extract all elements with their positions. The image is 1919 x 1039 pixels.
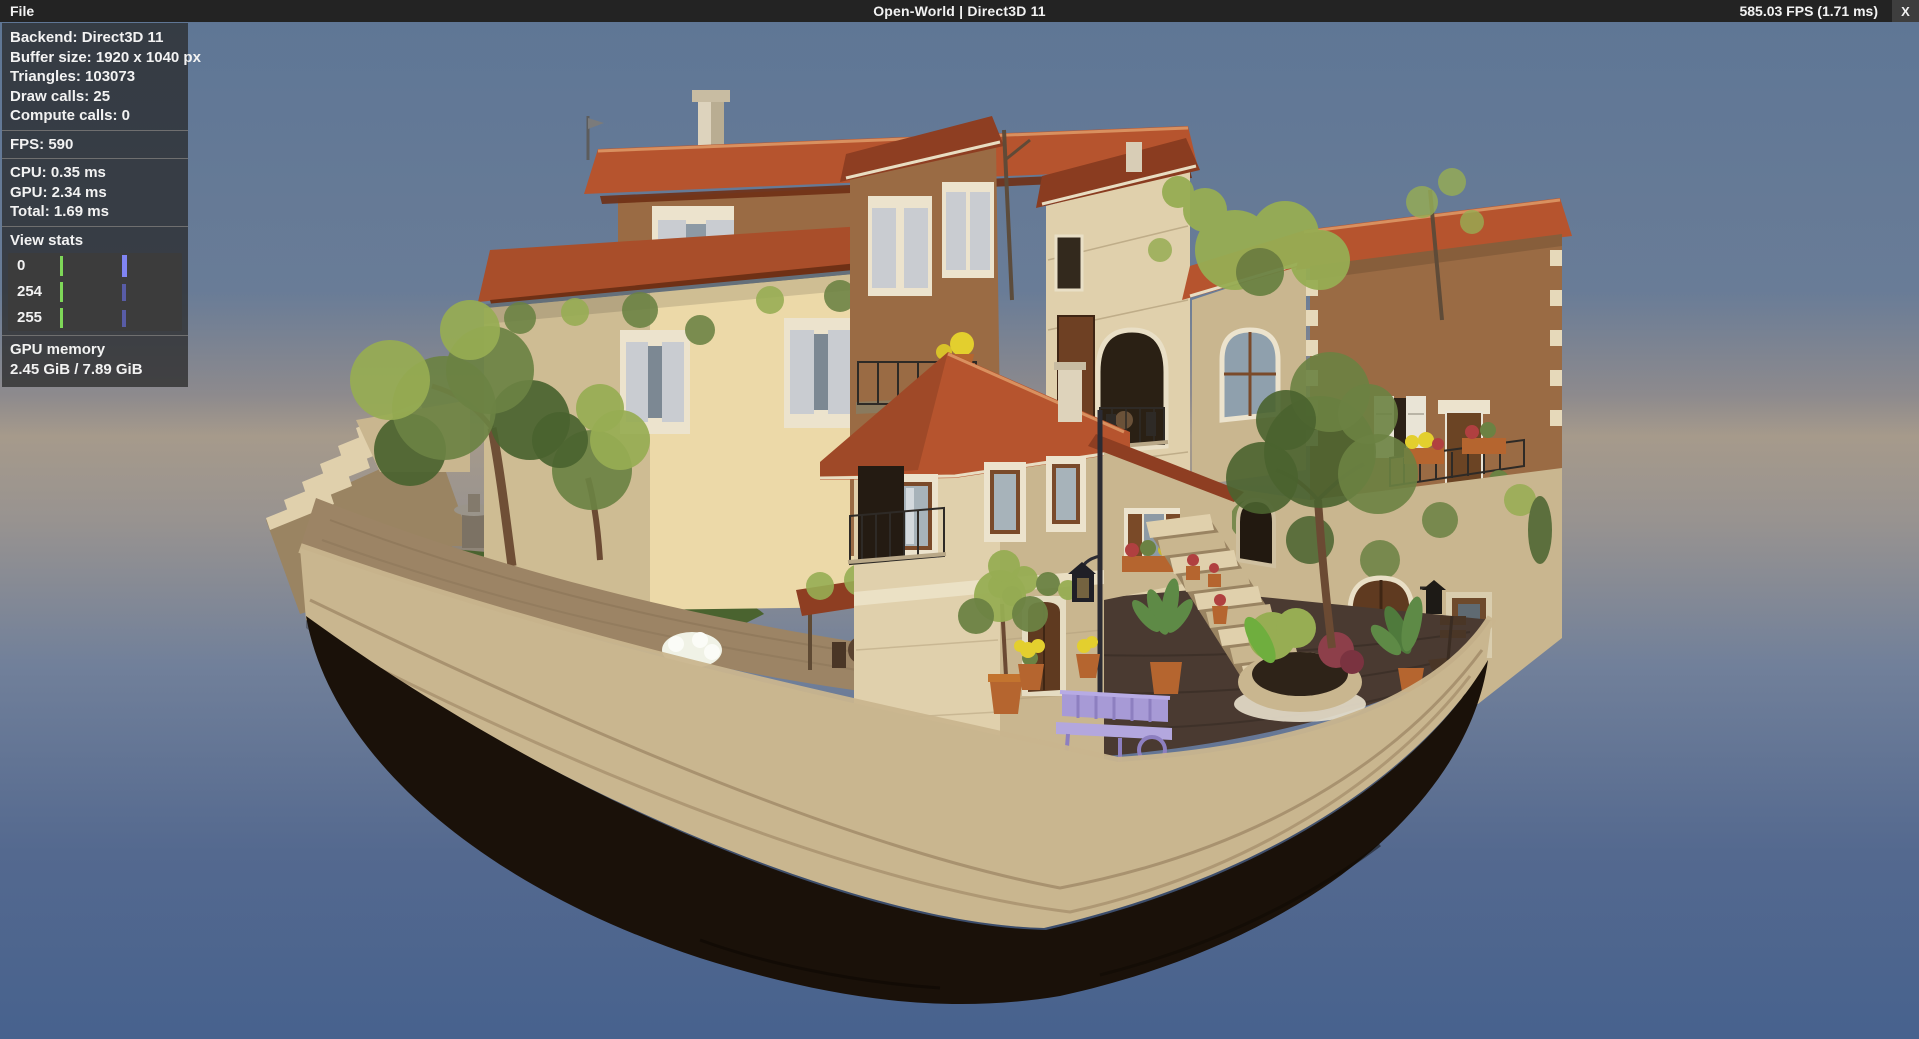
separator (2, 130, 188, 131)
purple-tick (122, 255, 127, 277)
histogram-row: 254 (8, 279, 182, 305)
separator (2, 158, 188, 159)
green-tick (60, 308, 63, 328)
file-menu[interactable]: File (0, 0, 48, 22)
stat-gpu: GPU: 2.34 ms (2, 183, 188, 203)
stats-panel: Backend: Direct3D 11 Buffer size: 1920 x… (2, 23, 188, 387)
green-tick (60, 282, 63, 302)
stat-cpu: CPU: 0.35 ms (2, 163, 188, 183)
viewport-3d[interactable] (0, 0, 1919, 1039)
fps-readout: 585.03 FPS (1.71 ms) (1739, 3, 1878, 19)
shuttered-window (942, 182, 994, 278)
stat-draw-calls: Draw calls: 25 (2, 87, 188, 107)
histogram-row: 0 (8, 253, 182, 279)
separator (2, 335, 188, 336)
menu-bar: File Open-World | Direct3D 11 585.03 FPS… (0, 0, 1919, 22)
app-window: File Open-World | Direct3D 11 585.03 FPS… (0, 0, 1919, 1039)
stat-triangles: Triangles: 103073 (2, 67, 188, 87)
histogram-row-label: 0 (8, 256, 25, 276)
view-stats-label: View stats (2, 231, 188, 251)
window-title: Open-World | Direct3D 11 (0, 3, 1919, 19)
chimney (1126, 142, 1142, 172)
stat-compute-calls: Compute calls: 0 (2, 106, 188, 126)
shuttered-window (868, 196, 932, 296)
purple-tick (122, 284, 126, 301)
separator (2, 226, 188, 227)
small-window (1056, 236, 1082, 290)
stat-total: Total: 1.69 ms (2, 202, 188, 222)
purple-tick (122, 310, 126, 327)
stat-backend: Backend: Direct3D 11 (2, 28, 188, 48)
shuttered-window (784, 318, 858, 428)
histogram-row-label: 255 (8, 308, 42, 328)
yellow-flowers (950, 332, 974, 356)
view-stats-histogram: 0 254 255 (8, 253, 182, 331)
window (984, 462, 1026, 542)
green-tick (60, 256, 63, 276)
histogram-row-label: 254 (8, 282, 42, 302)
stat-fps: FPS: 590 (2, 135, 188, 155)
chimney (1058, 366, 1082, 422)
village-scene (0, 0, 1919, 1039)
window (1046, 456, 1086, 532)
histogram-row: 255 (8, 305, 182, 331)
close-button[interactable]: X (1892, 0, 1919, 22)
stat-buffer-size: Buffer size: 1920 x 1040 px (2, 48, 188, 68)
gpu-memory-label: GPU memory (2, 340, 188, 360)
yellow-flower-pot (1076, 636, 1100, 678)
gpu-memory-value: 2.45 GiB / 7.89 GiB (2, 360, 188, 380)
